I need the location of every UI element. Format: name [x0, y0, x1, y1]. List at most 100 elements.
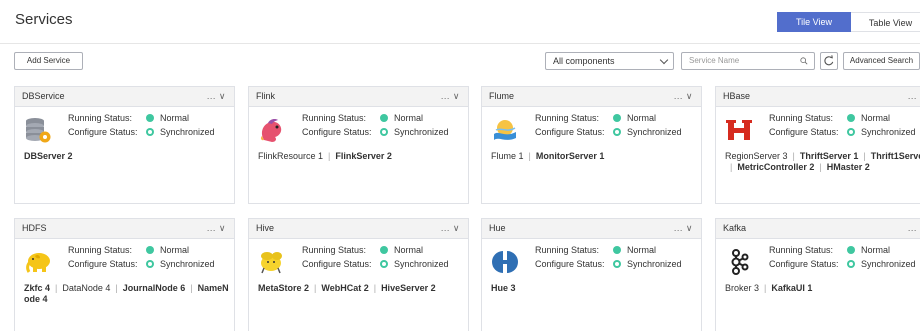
running-status: Running Status: Normal [302, 113, 423, 123]
tile-view-button[interactable]: Tile View [777, 12, 851, 32]
status-dot-icon [380, 114, 388, 122]
role-item[interactable]: KafkaUI 1 [771, 283, 812, 293]
database-gear-icon [26, 118, 51, 143]
running-status-label: Running Status: [769, 245, 834, 255]
role-item[interactable]: DataNode 4 [62, 283, 110, 293]
role-item[interactable]: JournalNode 6 [123, 283, 186, 293]
toolbar: Add Service All components Service Name … [0, 52, 920, 72]
running-status: Running Status: Normal [769, 245, 890, 255]
service-card-flume[interactable]: Flume ... ∨ Running Status: Normal Confi… [481, 86, 702, 204]
role-item[interactable]: FlinkServer 2 [335, 151, 392, 161]
card-header: HDFS ... ∨ [15, 219, 234, 239]
service-card-hive[interactable]: Hive ... ∨ Running Status: Normal Config… [248, 218, 469, 331]
role-item[interactable]: Zkfc 4 [24, 283, 50, 293]
running-status-label: Running Status: [535, 113, 600, 123]
more-menu-icon[interactable]: ... ∨ [441, 87, 460, 106]
running-status-value: Normal [627, 113, 657, 123]
configure-status-value: Synchronized [861, 259, 916, 269]
role-item[interactable]: Broker 3 [725, 283, 759, 293]
flume-icon [494, 120, 516, 140]
configure-status-label: Configure Status: [535, 127, 605, 137]
more-menu-icon[interactable]: ... ∨ [908, 87, 920, 106]
service-card-hue[interactable]: Hue ... ∨ Running Status: Normal Configu… [481, 218, 702, 331]
role-list: MetaStore 2 | WebHCat 2 | HiveServer 2 [258, 283, 468, 294]
running-status: Running Status: Normal [68, 113, 189, 123]
more-menu-icon[interactable]: ... ∨ [207, 87, 226, 106]
service-card-dbservice[interactable]: DBService ... ∨ Running Status: Normal C… [14, 86, 235, 204]
refresh-icon[interactable] [820, 52, 838, 70]
more-menu-icon[interactable]: ... ∨ [441, 219, 460, 238]
service-name[interactable]: Hive [256, 223, 274, 233]
role-item[interactable]: HiveServer 2 [381, 283, 436, 293]
separator: | [764, 283, 767, 293]
role-item[interactable]: FlinkResource 1 [258, 151, 323, 161]
role-item[interactable]: MetricController 2 [737, 162, 814, 172]
advanced-search-button[interactable]: Advanced Search [843, 52, 920, 70]
card-header: Hue ... ∨ [482, 219, 701, 239]
role-item[interactable]: HMaster 2 [827, 162, 870, 172]
configure-status: Configure Status: Synchronized [68, 127, 215, 137]
separator: | [528, 151, 531, 161]
separator: | [863, 151, 866, 161]
configure-status-value: Synchronized [861, 127, 916, 137]
configure-status: Configure Status: Synchronized [769, 259, 916, 269]
status-dot-icon [146, 246, 154, 254]
separator: | [730, 162, 733, 172]
components-select-value: All components [553, 56, 615, 66]
running-status-value: Normal [394, 245, 424, 255]
role-item[interactable]: MonitorServer 1 [536, 151, 605, 161]
sync-icon [380, 260, 388, 268]
add-service-button[interactable]: Add Service [14, 52, 83, 70]
more-menu-icon[interactable]: ... ∨ [207, 219, 226, 238]
configure-status-label: Configure Status: [302, 127, 372, 137]
running-status-label: Running Status: [302, 113, 367, 123]
more-menu-icon[interactable]: ... ∨ [908, 219, 920, 238]
role-item[interactable]: DBServer 2 [24, 151, 73, 161]
service-name[interactable]: HDFS [22, 223, 47, 233]
running-status: Running Status: Normal [535, 113, 656, 123]
configure-status-value: Synchronized [627, 259, 682, 269]
service-name[interactable]: DBService [22, 91, 65, 101]
configure-status-value: Synchronized [160, 259, 215, 269]
service-card-flink[interactable]: Flink ... ∨ Running Status: Normal Confi… [248, 86, 469, 204]
service-card-hdfs[interactable]: HDFS ... ∨ Running Status: Normal Config… [14, 218, 235, 331]
separator: | [328, 151, 331, 161]
sync-icon [146, 260, 154, 268]
card-header: Flink ... ∨ [249, 87, 468, 107]
service-name[interactable]: HBase [723, 91, 750, 101]
kafka-icon [731, 249, 749, 275]
role-item[interactable]: ThriftServer 1 [800, 151, 859, 161]
service-name[interactable]: Flink [256, 91, 275, 101]
service-name[interactable]: Kafka [723, 223, 746, 233]
role-item[interactable]: Hue 3 [491, 283, 516, 293]
running-status-value: Normal [160, 245, 190, 255]
role-item[interactable]: WebHCat 2 [321, 283, 368, 293]
role-item[interactable]: RegionServer 3 [725, 151, 788, 161]
status-dot-icon [847, 246, 855, 254]
role-list: Hue 3 [491, 283, 701, 294]
more-menu-icon[interactable]: ... ∨ [674, 219, 693, 238]
card-header: HBase ... ∨ [716, 87, 920, 107]
configure-status: Configure Status: Synchronized [535, 127, 682, 137]
role-item[interactable]: Flume 1 [491, 151, 524, 161]
service-card-hbase[interactable]: HBase ... ∨ Running Status: Normal Confi… [715, 86, 920, 204]
configure-status-value: Synchronized [394, 127, 449, 137]
service-name-search-input[interactable]: Service Name [681, 52, 815, 70]
search-icon[interactable] [800, 57, 808, 65]
hive-bee-icon [261, 252, 282, 274]
chevron-down-icon [659, 55, 669, 65]
more-menu-icon[interactable]: ... ∨ [674, 87, 693, 106]
configure-status-label: Configure Status: [535, 259, 605, 269]
service-name[interactable]: Flume [489, 91, 514, 101]
separator: | [819, 162, 822, 172]
role-item[interactable]: MetaStore 2 [258, 283, 309, 293]
running-status-label: Running Status: [769, 113, 834, 123]
service-card-kafka[interactable]: Kafka ... ∨ Running Status: Normal Confi… [715, 218, 920, 331]
configure-status: Configure Status: Synchronized [302, 127, 449, 137]
service-name[interactable]: Hue [489, 223, 506, 233]
configure-status-value: Synchronized [627, 127, 682, 137]
status-dot-icon [847, 114, 855, 122]
table-view-button[interactable]: Table View [851, 12, 920, 32]
role-item[interactable]: Thrift1Server 1 [871, 151, 920, 161]
components-select[interactable]: All components [545, 52, 674, 70]
